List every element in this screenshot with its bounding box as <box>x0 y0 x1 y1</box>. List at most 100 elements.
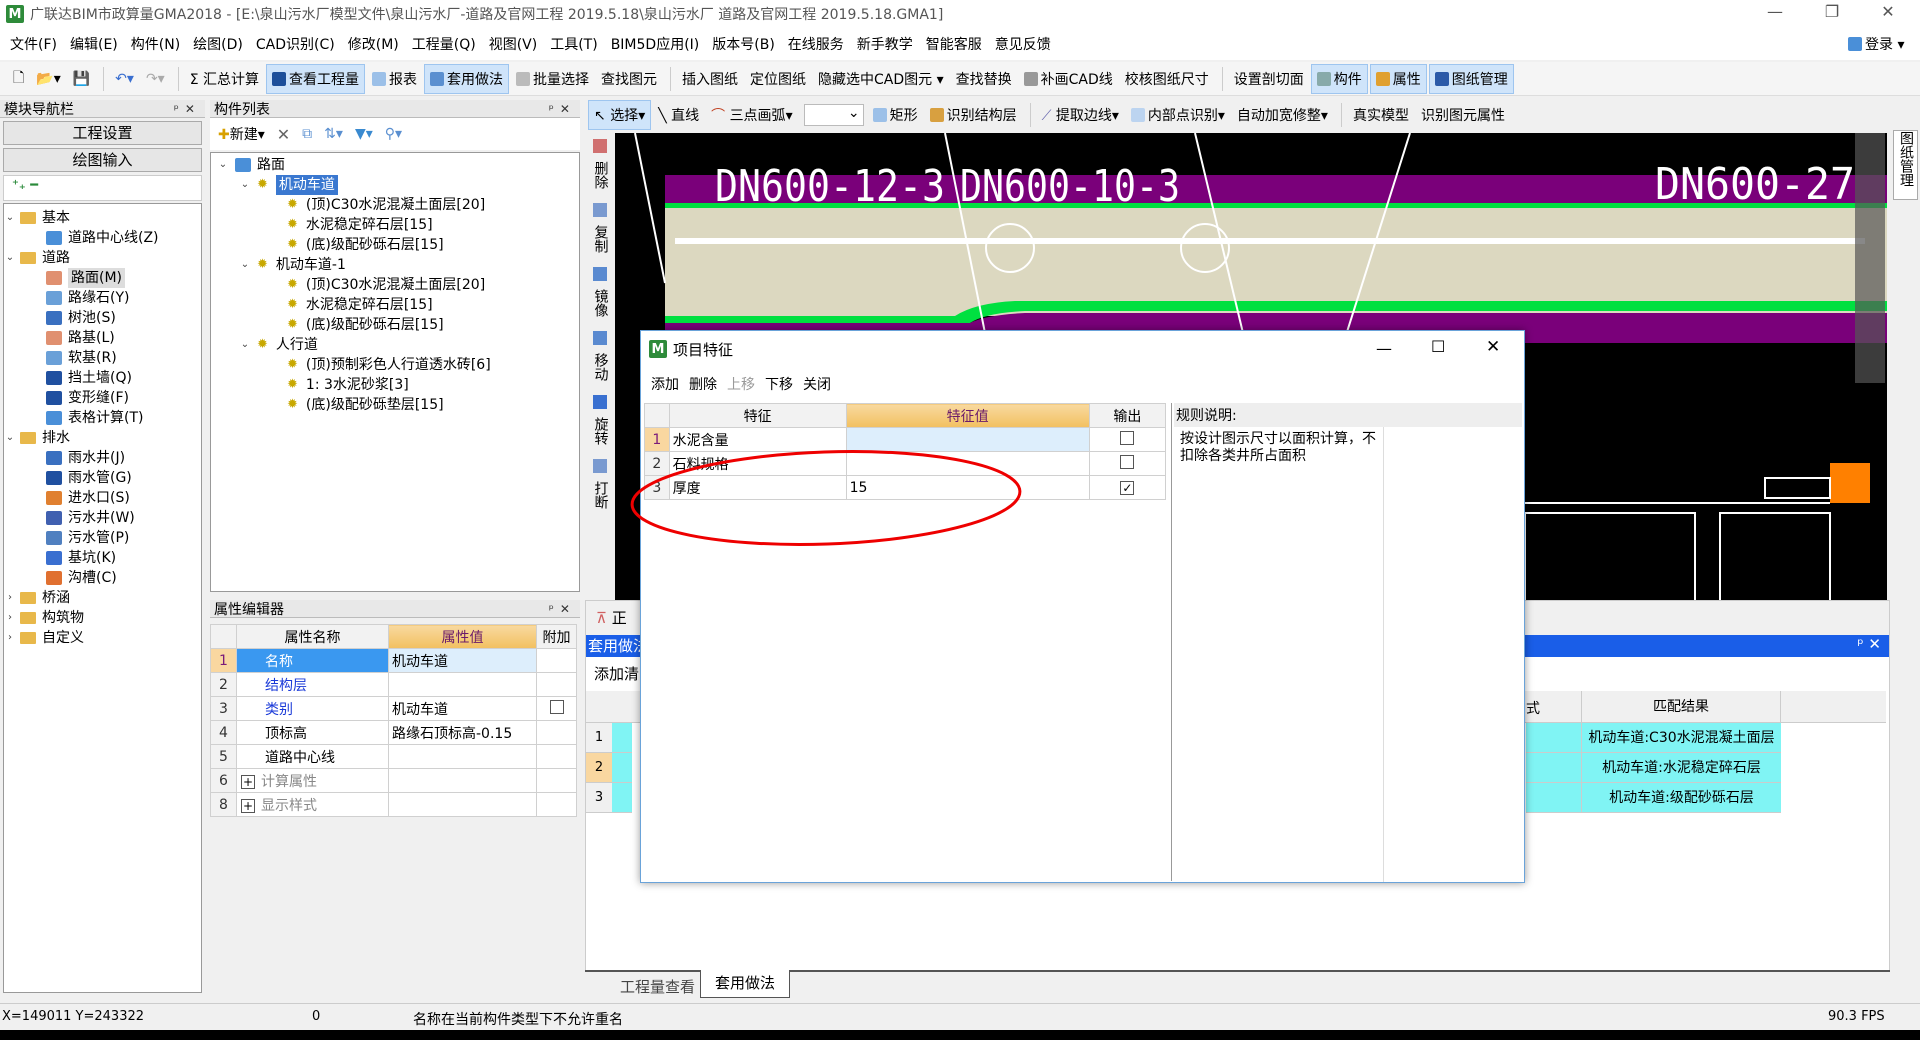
pin-close-icons[interactable]: ᵖ ✕ <box>1857 635 1889 657</box>
menu-item[interactable]: 意见反馈 <box>995 34 1051 54</box>
property-row[interactable]: 4 顶标高 路缘石顶标高-0.15 <box>210 720 577 745</box>
rect-tool[interactable]: 矩形 <box>868 101 923 129</box>
redo-icon[interactable]: ↷▾ <box>141 67 170 91</box>
menu-item[interactable]: 工具(T) <box>550 34 597 54</box>
real-model-button[interactable]: 真实模型 <box>1348 101 1414 129</box>
insert-drawing-button[interactable]: 插入图纸 <box>677 65 743 93</box>
project-settings-button[interactable]: 工程设置 <box>3 121 202 145</box>
component-toggle[interactable]: 构件 <box>1310 63 1368 94</box>
dialog-button[interactable]: 关闭 <box>803 374 831 394</box>
tab-quantity-view[interactable]: 工程量查看 <box>620 976 695 997</box>
vertical-tool-button[interactable]: 复制 <box>593 225 609 253</box>
property-row[interactable]: 8 + 显示样式 <box>210 792 577 817</box>
menu-item[interactable]: 绘图(D) <box>193 34 243 54</box>
pin-close-icons[interactable]: ᵖ✕ <box>174 102 201 116</box>
menu-item[interactable]: 智能客服 <box>926 34 982 54</box>
line-tool[interactable]: ╲ 直线 <box>653 101 704 129</box>
menu-item[interactable]: 新手教学 <box>857 34 913 54</box>
copy-icon[interactable]: ⧉ <box>302 126 312 142</box>
dialog-button[interactable]: 添加 <box>651 374 679 394</box>
find-replace-button[interactable]: 查找替换 <box>951 65 1017 93</box>
drawing-input-button[interactable]: 绘图输入 <box>3 148 202 172</box>
tree-root[interactable]: ⌄ 路面 <box>211 155 579 175</box>
menu-item[interactable]: 构件(N) <box>131 34 180 54</box>
identify-attr-button[interactable]: 识别图元属性 <box>1416 101 1510 129</box>
undo-icon[interactable]: ↶▾ <box>110 67 139 91</box>
tree-item[interactable]: 道路中心线(Z) <box>4 228 201 248</box>
sum-calc-button[interactable]: Σ 汇总计算 <box>185 65 264 93</box>
new-component-button[interactable]: ✚新建▾ <box>218 124 265 144</box>
login-button[interactable]: 登录 ▾ <box>1848 34 1904 54</box>
chevron-right-icon[interactable]: › <box>4 588 16 608</box>
menu-item[interactable]: CAD识别(C) <box>256 34 335 54</box>
component-layer[interactable]: ✹ (顶)C30水泥混凝土面层[20] <box>211 275 579 295</box>
property-toggle[interactable]: 属性 <box>1369 63 1427 94</box>
minimize-button[interactable]: — <box>1755 2 1795 26</box>
auto-widen-button[interactable]: 自动加宽修整▾ <box>1232 101 1333 129</box>
expand-icon[interactable]: + <box>241 774 255 789</box>
component-layer[interactable]: ✹ (底)级配砂砾垫层[15] <box>211 395 579 415</box>
shape-dropdown[interactable]: ⌄ <box>803 104 864 126</box>
property-value[interactable] <box>388 672 537 697</box>
menu-item[interactable]: 视图(V) <box>489 34 538 54</box>
tree-item[interactable]: 污水管(P) <box>4 528 201 548</box>
chevron-down-icon[interactable]: ⌄ <box>239 335 251 355</box>
dialog-button[interactable]: 下移 <box>765 374 793 394</box>
table-cell[interactable] <box>612 723 632 753</box>
property-value[interactable] <box>388 768 537 793</box>
open-file-icon[interactable]: 📂▾ <box>31 67 65 91</box>
property-row[interactable]: 6 + 计算属性 <box>210 768 577 793</box>
mini-button[interactable]: 正 <box>612 609 627 627</box>
pin-close-icons[interactable]: ᵖ✕ <box>549 602 576 616</box>
locate-drawing-button[interactable]: 定位图纸 <box>745 65 811 93</box>
menu-item[interactable]: 编辑(E) <box>70 34 118 54</box>
component-layer[interactable]: ✹ (底)级配砂砾石层[15] <box>211 235 579 255</box>
vertical-tool-button[interactable]: 镜像 <box>593 289 609 317</box>
menu-item[interactable]: 修改(M) <box>348 34 399 54</box>
tree-item[interactable]: 路面(M) <box>4 268 201 288</box>
tree-item[interactable]: 表格计算(T) <box>4 408 201 428</box>
menu-item[interactable]: 工程量(Q) <box>412 34 476 54</box>
tree-item[interactable]: 污水井(W) <box>4 508 201 528</box>
tree-folder[interactable]: ⌄ 排水 <box>4 428 201 448</box>
tree-item[interactable]: 路缘石(Y) <box>4 288 201 308</box>
tree-folder[interactable]: ⌄ 基本 <box>4 208 201 228</box>
vertical-tool-button[interactable]: 旋转 <box>593 417 609 445</box>
table-row[interactable]: 机动车道:C30水泥混凝土面层 <box>1526 723 1781 753</box>
sort-icon[interactable]: ⇅▾ <box>324 126 343 142</box>
component-group[interactable]: ⌄ ✹ 人行道 <box>211 335 579 355</box>
dialog-minimize-button[interactable]: — <box>1376 339 1392 358</box>
batch-select-button[interactable]: 批量选择 <box>511 65 594 93</box>
drawing-mgmt-side-tab[interactable]: 图纸管理 <box>1893 130 1918 200</box>
tree-folder[interactable]: › 构筑物 <box>4 608 201 628</box>
tree-item[interactable]: 进水口(S) <box>4 488 201 508</box>
find-icon[interactable]: ⚲▾ <box>385 126 402 142</box>
tree-item[interactable]: 雨水井(J) <box>4 448 201 468</box>
component-group[interactable]: ⌄ ✹ 机动车道 <box>211 175 579 195</box>
chevron-down-icon[interactable]: ⌄ <box>4 208 16 228</box>
chevron-right-icon[interactable]: › <box>4 628 16 648</box>
report-button[interactable]: 报表 <box>367 65 422 93</box>
property-row[interactable]: 2 结构层 <box>210 672 577 697</box>
table-cell[interactable] <box>612 753 632 783</box>
tree-folder[interactable]: › 桥涵 <box>4 588 201 608</box>
property-row[interactable]: 3 类别 机动车道 <box>210 696 577 721</box>
vertical-tool-button[interactable]: 移动 <box>593 353 609 381</box>
dialog-close-button[interactable]: ✕ <box>1486 337 1500 357</box>
new-file-icon[interactable]: 🗋 <box>8 63 29 95</box>
chevron-down-icon[interactable]: ⌄ <box>4 428 16 448</box>
hide-cad-button[interactable]: 隐藏选中CAD图元 ▾ <box>813 65 949 93</box>
tree-folder[interactable]: ⌄ 道路 <box>4 248 201 268</box>
component-layer[interactable]: ✹ (顶)预制彩色人行道透水砖[6] <box>211 355 579 375</box>
component-layer[interactable]: ✹ (底)级配砂砾石层[15] <box>211 315 579 335</box>
dialog-button[interactable]: 删除 <box>689 374 717 394</box>
menu-item[interactable]: 版本号(B) <box>712 34 775 54</box>
tree-item[interactable]: 基坑(K) <box>4 548 201 568</box>
checkbox[interactable] <box>549 699 564 714</box>
component-layer[interactable]: ✹ 水泥稳定碎石层[15] <box>211 215 579 235</box>
check-size-button[interactable]: 校核图纸尺寸 <box>1120 65 1214 93</box>
chevron-down-icon[interactable]: ⌄ <box>4 248 16 268</box>
save-icon[interactable]: 💾 <box>68 67 95 91</box>
table-row[interactable]: 机动车道:水泥稳定碎石层 <box>1526 753 1781 783</box>
delete-icon[interactable]: ✕ <box>277 125 290 144</box>
